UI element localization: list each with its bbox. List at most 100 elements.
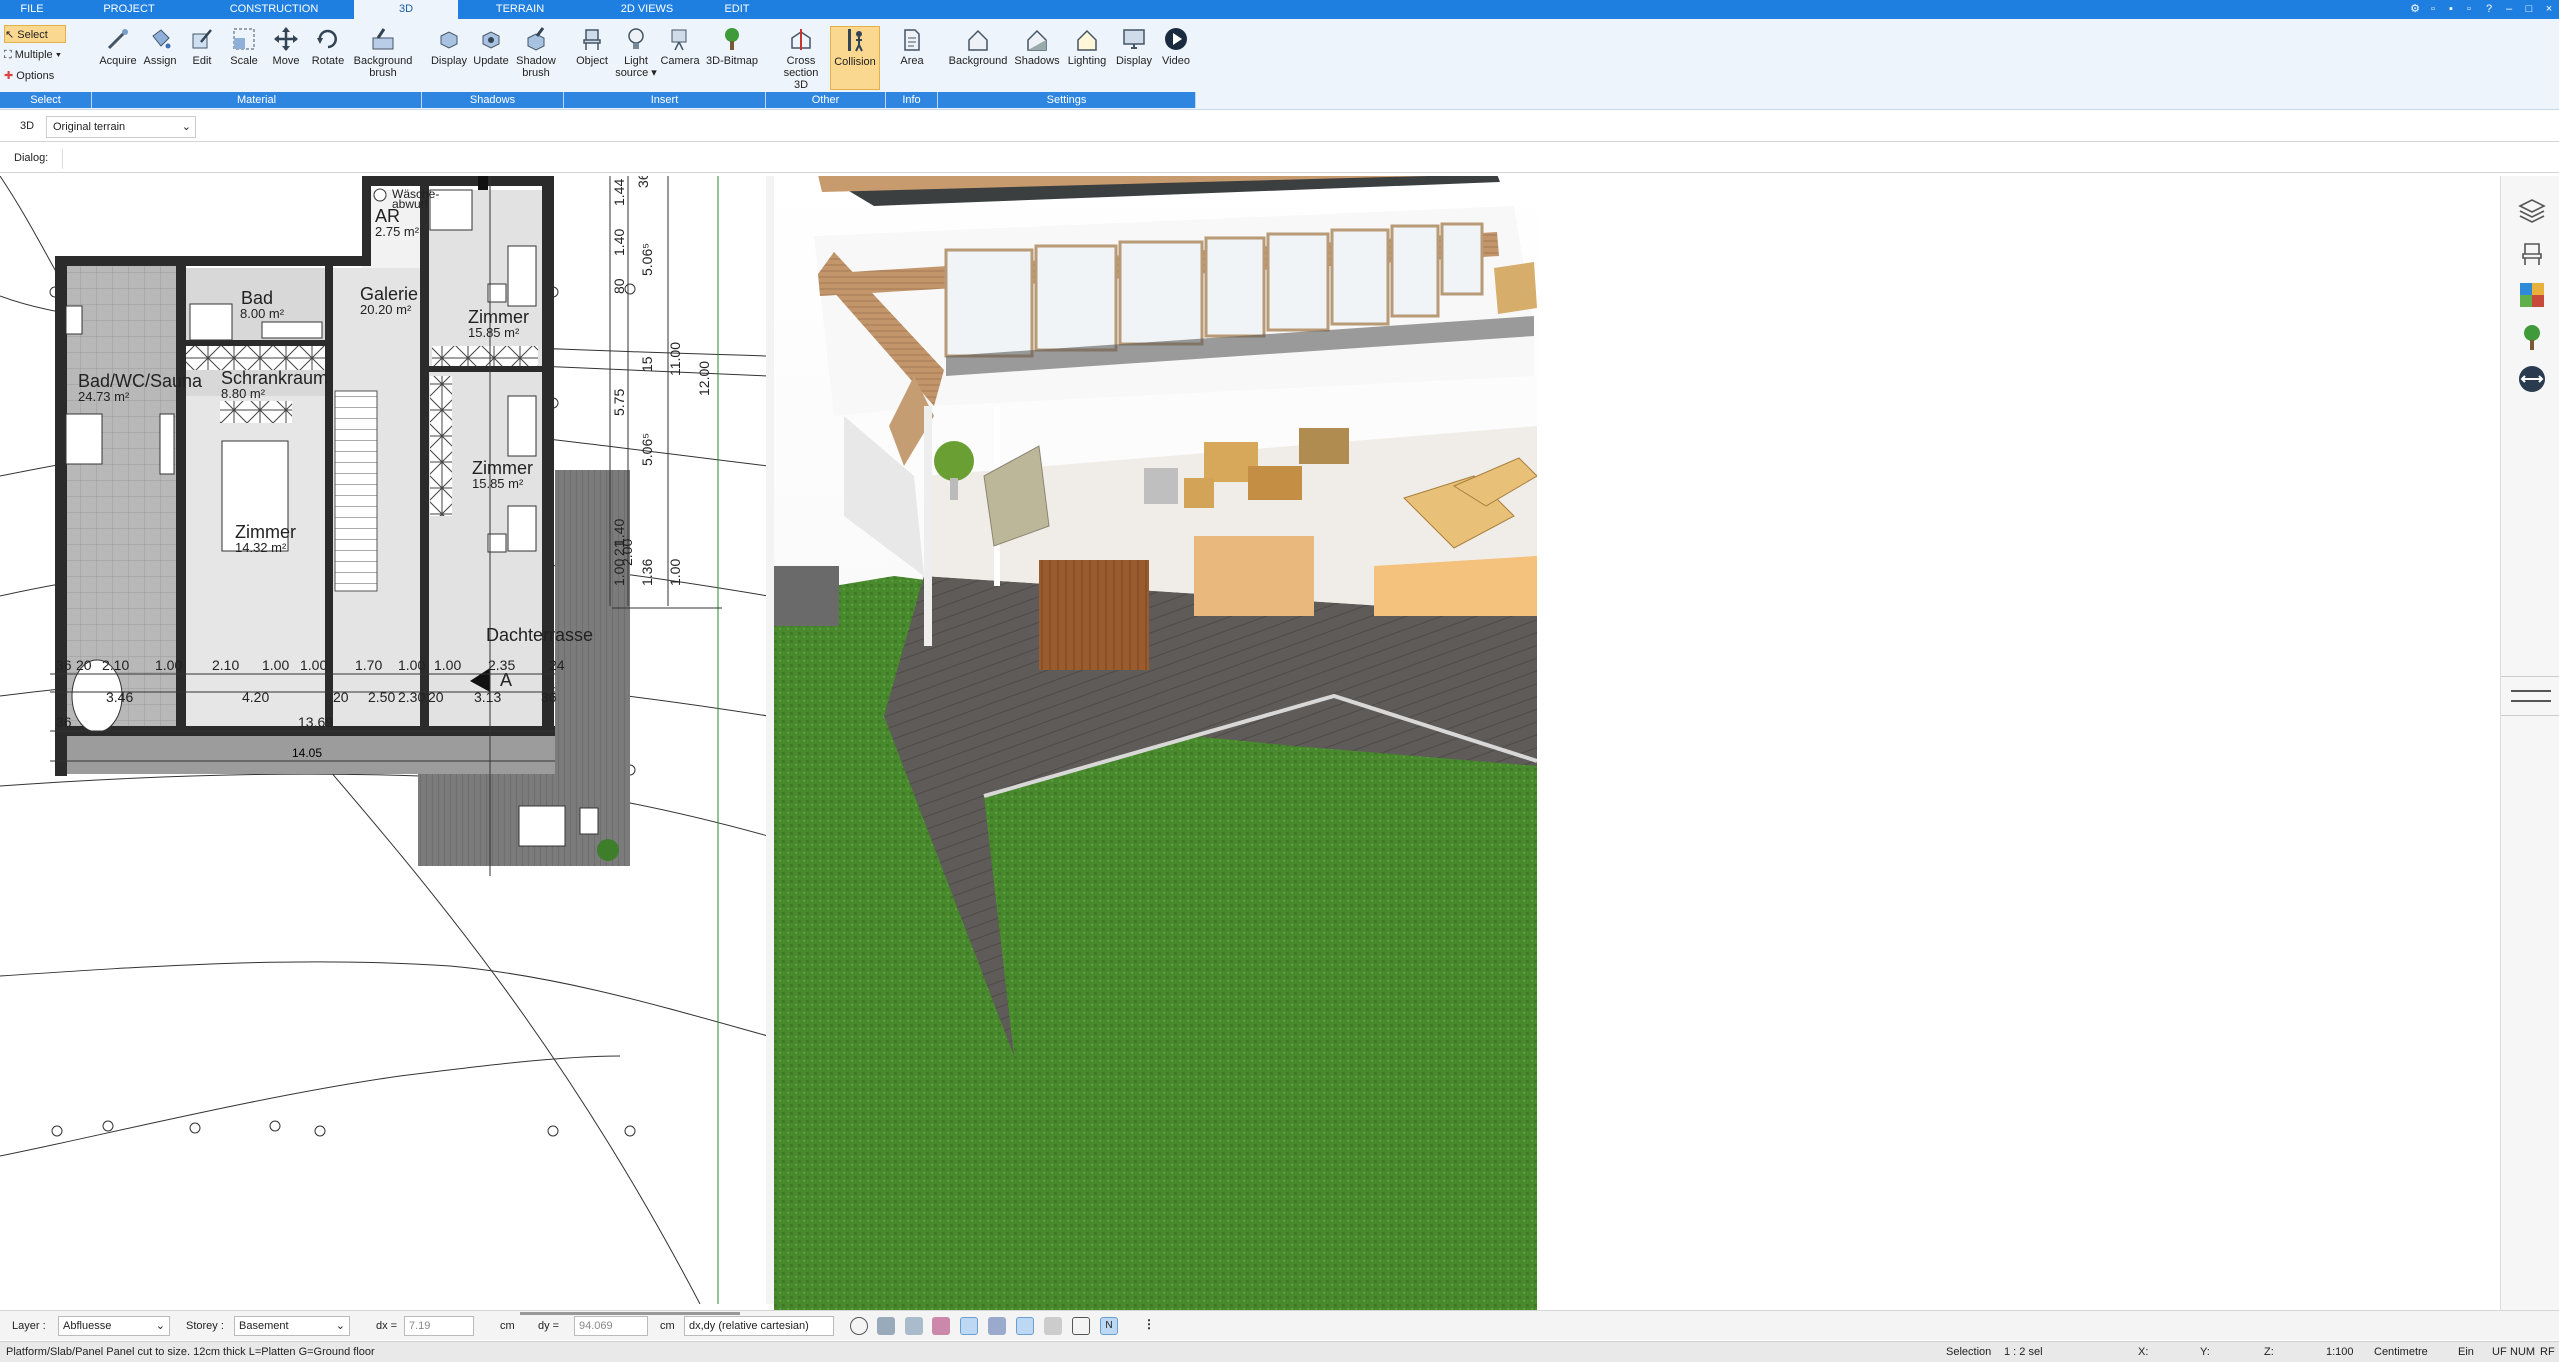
lighting-button[interactable]: Lighting [1062,26,1112,90]
scale-button[interactable]: Scale [226,26,262,90]
close-icon[interactable]: × [2542,2,2556,16]
dimension-label-vertical: 15 [639,356,655,372]
dx-input[interactable]: 7.19 [404,1316,474,1336]
status-message: Platform/Slab/Panel Panel cut to size. 1… [6,1346,375,1358]
materials-icon[interactable] [2517,280,2547,310]
move-button[interactable]: Move [268,26,304,90]
multiple-dropdown[interactable]: ⛶ Multiple ▾ [4,46,90,64]
furniture-icon[interactable] [2517,238,2547,268]
3d-view[interactable] [774,176,1537,1311]
dialog-input[interactable] [62,149,192,169]
tab-terrain[interactable]: TERRAIN [458,0,582,19]
grid-icon[interactable] [1072,1317,1090,1335]
question-icon[interactable]: ? [2482,2,2496,16]
status-bar: Platform/Slab/Panel Panel cut to size. 1… [0,1341,2559,1362]
dimension-label-vertical: 1.44 [611,179,627,206]
dimension-label-vertical: 5.75 [611,389,627,416]
dimension-label-vertical: 12.00 [696,361,712,396]
room-zimmer-2-area: 15.85 m² [472,476,524,491]
3d-bitmap-button[interactable]: 3D-Bitmap [702,26,762,90]
floor-plan-view[interactable]: A AR 2.75 m² Bad 8.00 m² Galerie 20.20 m… [0,176,768,1304]
floor-plan-canvas[interactable]: A AR 2.75 m² Bad 8.00 m² Galerie 20.20 m… [0,176,768,1304]
tree-icon [725,28,739,50]
compass-icon[interactable] [2517,364,2547,394]
layer-toggle-icon[interactable] [1016,1317,1034,1335]
print-icon[interactable]: ▫ [2462,2,2476,16]
shadow-brush-label-2: brush [522,67,550,79]
uf-indicator: UF [2492,1346,2507,1358]
layer-select[interactable]: Abfluesse ⌄ [58,1316,170,1336]
minimize-icon[interactable]: – [2502,2,2516,16]
camera-button[interactable]: Camera [658,26,702,90]
north-icon[interactable]: N [1100,1317,1118,1335]
pane-divider[interactable] [766,176,774,1304]
object-button[interactable]: Object [570,26,614,90]
save-icon[interactable]: ▪ [2444,2,2458,16]
chevron-down-icon: ⌄ [335,1320,345,1332]
cross-section-3d-button[interactable]: Cross section 3D [776,26,826,91]
display-settings-button[interactable]: Display [1112,26,1156,90]
background-button[interactable]: Background [944,26,1012,90]
wall-icon[interactable] [1044,1317,1062,1335]
room-sauna-name: Bad/WC/Sauna [78,371,203,391]
select-button[interactable]: ↖ Select [4,25,66,43]
tab-2d-views[interactable]: 2D VIEWS [582,0,712,19]
bulb-icon [628,28,644,49]
dx-value: 7.19 [409,1320,431,1332]
snap-icon[interactable] [877,1317,895,1335]
3d-render-canvas[interactable] [774,176,1537,1311]
layer-select-value: Abfluesse [63,1320,112,1332]
multi-icon: ⛶ [4,49,12,61]
more-icon[interactable]: ⋮ [1140,1317,1158,1335]
terrain-select[interactable]: Original terrain ⌄ [46,116,196,138]
tab-project[interactable]: PROJECT [64,0,194,19]
chair-icon [583,29,601,50]
measure-icon[interactable] [988,1317,1006,1335]
menu-lines-icon[interactable] [2501,676,2559,716]
coordinate-mode-select[interactable]: dx,dy (relative cartesian) [684,1316,834,1336]
object-label: Object [576,55,608,67]
help-icon[interactable]: ⚙ [2408,2,2422,16]
shadows-settings-button[interactable]: Shadows [1012,26,1062,90]
dx-unit: cm [500,1320,515,1332]
edit-button[interactable]: Edit [184,26,220,90]
collision-button[interactable]: Collision [830,26,880,90]
shadow-update-button[interactable]: Update [470,26,512,90]
interior-floor [1194,536,1314,616]
light-source-button[interactable]: Light source ▾ [614,26,658,90]
dim-row-4: 14.05 [292,746,322,760]
plants-icon[interactable] [2517,322,2547,352]
acquire-button[interactable]: Acquire [96,26,140,90]
tab-construction[interactable]: CONSTRUCTION [194,0,354,19]
dimension-label-vertical: 11.00 [667,342,683,376]
video-button[interactable]: Video [1156,26,1196,90]
shadow-display-button[interactable]: Display [428,26,470,90]
selection-value: 1 : 2 sel [2004,1346,2043,1358]
rotate-button[interactable]: Rotate [308,26,348,90]
dimension-label: 2.50 [368,689,395,705]
edit-label: Edit [192,55,212,67]
color-icon[interactable] [932,1317,950,1335]
area-button[interactable]: Area [892,26,932,90]
layers-icon[interactable] [2517,196,2547,226]
angle-icon[interactable] [905,1317,923,1335]
light-source-label-1: Light [624,55,648,67]
background-brush-button[interactable]: Background brush [350,26,416,90]
layout-icon[interactable]: ▫ [2426,2,2440,16]
shadow-brush-button[interactable]: Shadow brush [512,26,560,90]
pipette-icon [107,29,128,50]
right-sidebar [2500,176,2559,1311]
options-button[interactable]: ✚ Options [4,67,84,85]
tab-file[interactable]: FILE [0,0,64,19]
room-bad-name: Bad [241,288,273,308]
tab-3d[interactable]: 3D [354,0,458,19]
assign-button[interactable]: Assign [140,26,180,90]
dy-input[interactable]: 94.069 [574,1316,648,1336]
snap-line-icon[interactable] [960,1317,978,1335]
clock-icon[interactable] [850,1317,868,1335]
scrollbar[interactable] [520,1312,740,1315]
storey-select[interactable]: Basement ⌄ [234,1316,350,1336]
tab-edit[interactable]: EDIT [712,0,762,19]
bucket-icon [152,29,171,49]
maximize-icon[interactable]: □ [2522,2,2536,16]
